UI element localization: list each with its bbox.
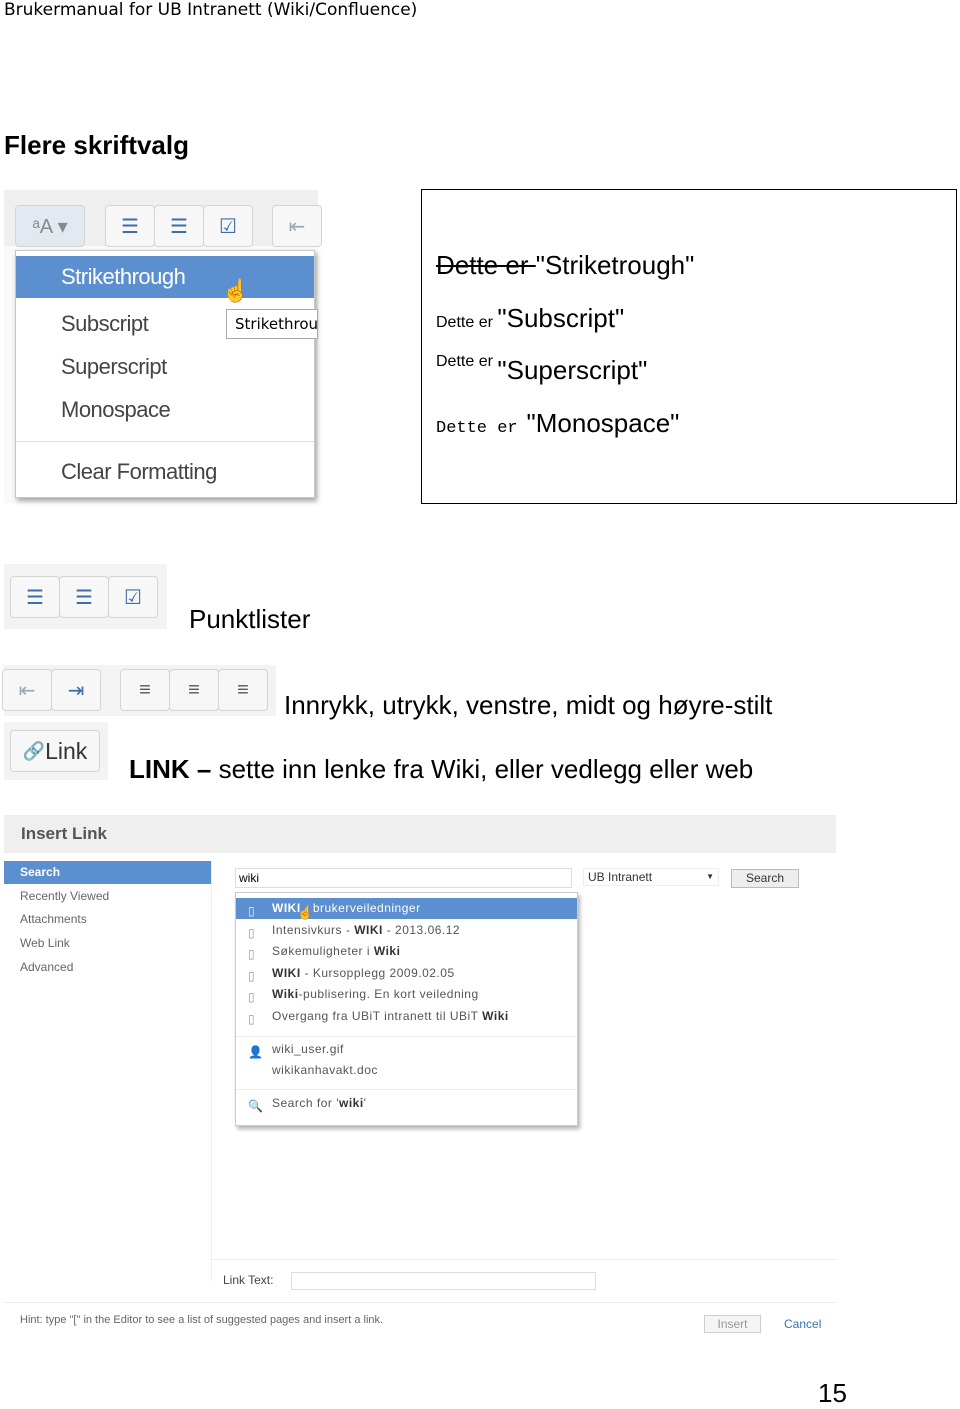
indent-icon: ⇥ [67, 679, 85, 702]
bullet-list-button[interactable]: ☰ [10, 576, 60, 618]
page-icon: ▯ [248, 1012, 256, 1026]
attachment-item[interactable]: 👤 wiki_user.gif [236, 1039, 577, 1060]
indent-caption: Innrykk, utrykk, venstre, midt og høyre-… [284, 690, 773, 720]
align-right-button[interactable]: ≡ [218, 669, 268, 711]
task-list-button[interactable]: ☑ [203, 205, 253, 247]
bullet-list-button[interactable]: ☰ [105, 205, 155, 247]
nav-attachments[interactable]: Attachments [4, 908, 211, 931]
chevron-down-icon: ▼ [706, 872, 714, 881]
search-for-item[interactable]: 🔍 Search for 'wiki' [236, 1093, 577, 1114]
superscript-example: Dette er "Superscript" [436, 353, 648, 385]
indent-button[interactable]: ⇥ [51, 669, 101, 711]
space-select[interactable]: UB Intranett ▼ [583, 868, 719, 886]
page-icon: ▯ [248, 947, 256, 961]
page-number: 15 [818, 1378, 847, 1408]
align-center-button[interactable]: ≡ [169, 669, 219, 711]
nav-advanced[interactable]: Advanced [4, 956, 211, 979]
hand-cursor-icon: ☝ [222, 278, 250, 303]
task-list-button[interactable]: ☑ [108, 576, 158, 618]
text-format-dropdown-button[interactable]: ᵃA ▾ [15, 205, 85, 247]
result-item[interactable]: ▯ WIKI - brukerveiledninger [236, 898, 577, 919]
menu-item-superscript[interactable]: Superscript [16, 346, 314, 388]
task-list-icon: ☑ [124, 586, 142, 609]
bullet-list-icon: ☰ [121, 215, 139, 238]
tooltip: Strikethrou [226, 309, 318, 339]
outdent-button[interactable]: ⇤ [2, 669, 52, 711]
link-icon: 🔗 [22, 740, 46, 761]
task-list-icon: ☑ [219, 215, 237, 238]
align-center-icon: ≡ [188, 678, 200, 701]
section-title: Flere skriftvalg [4, 130, 189, 160]
hint-text: Hint: type "[" in the Editor to see a li… [20, 1314, 384, 1326]
align-left-button[interactable]: ≡ [120, 669, 170, 711]
insert-button[interactable]: Insert [704, 1315, 761, 1333]
search-results-dropdown: ▯ WIKI - brukerveiledninger ▯ Intensivkurs… [235, 892, 578, 1126]
result-item[interactable]: ▯ Overgang fra UBiT intranett til UBiT Wi… [236, 1006, 577, 1027]
link-text-label: Link Text: [223, 1273, 274, 1287]
document-header: Brukermanual for UB Intranett (Wiki/Conf… [4, 0, 418, 20]
link-caption: LINK – sette inn lenke fra Wiki, eller v… [129, 754, 754, 784]
result-item[interactable]: ▯ Wiki-publisering. En kort veiledning [236, 984, 577, 1005]
insert-link-dialog: Insert Link Search Recently Viewed Attac… [4, 815, 836, 1340]
page-icon: ▯ [248, 904, 256, 918]
numbered-list-button[interactable]: ☰ [59, 576, 109, 618]
outdent-button[interactable]: ⇤ [272, 205, 322, 247]
search-button[interactable]: Search [731, 869, 799, 888]
dialog-title: Insert Link [4, 815, 836, 853]
indent-align-toolbar-screenshot: ⇤ ⇥ ≡ ≡ ≡ [2, 665, 276, 716]
nav-recently-viewed[interactable]: Recently Viewed [4, 885, 211, 908]
outdent-icon: ⇤ [288, 215, 306, 238]
numbered-list-icon: ☰ [170, 215, 188, 238]
result-item[interactable]: ▯ Intensivkurs - WIKI - 2013.06.12 [236, 920, 577, 941]
outdent-icon: ⇤ [18, 679, 36, 702]
monospace-example: Dette er "Monospace" [436, 408, 680, 438]
font-icon: ᵃA ▾ [32, 215, 68, 238]
nav-web-link[interactable]: Web Link [4, 932, 211, 955]
menu-item-monospace[interactable]: Monospace [16, 389, 314, 431]
attachment-item[interactable]: wikikanhavakt.doc [236, 1060, 577, 1081]
bullet-list-icon: ☰ [26, 586, 44, 609]
page-icon: ▯ [248, 990, 256, 1004]
dialog-nav: Search Recently Viewed Attachments Web L… [4, 861, 211, 1261]
numbered-list-icon: ☰ [75, 586, 93, 609]
menu-item-clear-formatting[interactable]: Clear Formatting [16, 451, 314, 493]
magnifier-icon: 🔍 [248, 1099, 264, 1113]
link-text-input[interactable] [291, 1272, 596, 1290]
align-right-icon: ≡ [237, 678, 249, 701]
hand-cursor-icon: ☝ [297, 905, 314, 920]
link-button-screenshot: 🔗 Link [4, 722, 108, 780]
cancel-link[interactable]: Cancel [784, 1317, 821, 1331]
format-examples-box: Dette er "Striketrough" Dette er "Subscr… [421, 189, 957, 504]
result-item[interactable]: ▯ WIKI - Kursopplegg 2009.02.05 [236, 963, 577, 984]
lists-caption: Punktlister [189, 604, 311, 634]
search-input[interactable]: wiki [235, 868, 572, 888]
link-button[interactable]: 🔗 Link [10, 730, 100, 772]
result-item[interactable]: ▯ Søkemuligheter i Wiki [236, 941, 577, 962]
strike-example: Dette er "Striketrough" [436, 250, 695, 280]
nav-search[interactable]: Search [4, 861, 211, 884]
numbered-list-button[interactable]: ☰ [154, 205, 204, 247]
subscript-example: Dette er "Subscript" [436, 303, 625, 333]
list-toolbar-screenshot: ☰ ☰ ☑ [4, 564, 167, 629]
menu-item-strikethrough[interactable]: Strikethrough [16, 256, 314, 298]
menu-divider [16, 441, 314, 442]
align-left-icon: ≡ [139, 678, 151, 701]
format-dropdown-menu: Strikethrough Subscript Superscript Mono… [15, 250, 315, 498]
